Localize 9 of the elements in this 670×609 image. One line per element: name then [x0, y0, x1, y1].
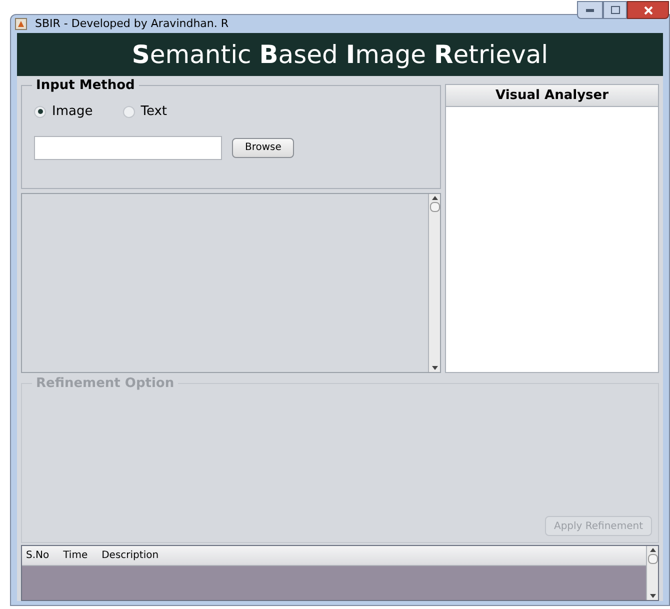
column-header[interactable]: Description	[102, 548, 159, 563]
column-header[interactable]: Time	[63, 548, 88, 563]
browse-button[interactable]: Browse	[232, 138, 294, 158]
panel-header: Visual Analyser	[446, 85, 658, 107]
column-header[interactable]: S.No	[26, 548, 50, 563]
app-heading: Semantic Based Image Retrieval	[132, 38, 548, 71]
radio-label[interactable]: Image	[52, 102, 93, 122]
radio-label[interactable]: Text	[140, 102, 168, 122]
window-title: SBIR - Developed by Aravindhan. R	[35, 16, 229, 32]
